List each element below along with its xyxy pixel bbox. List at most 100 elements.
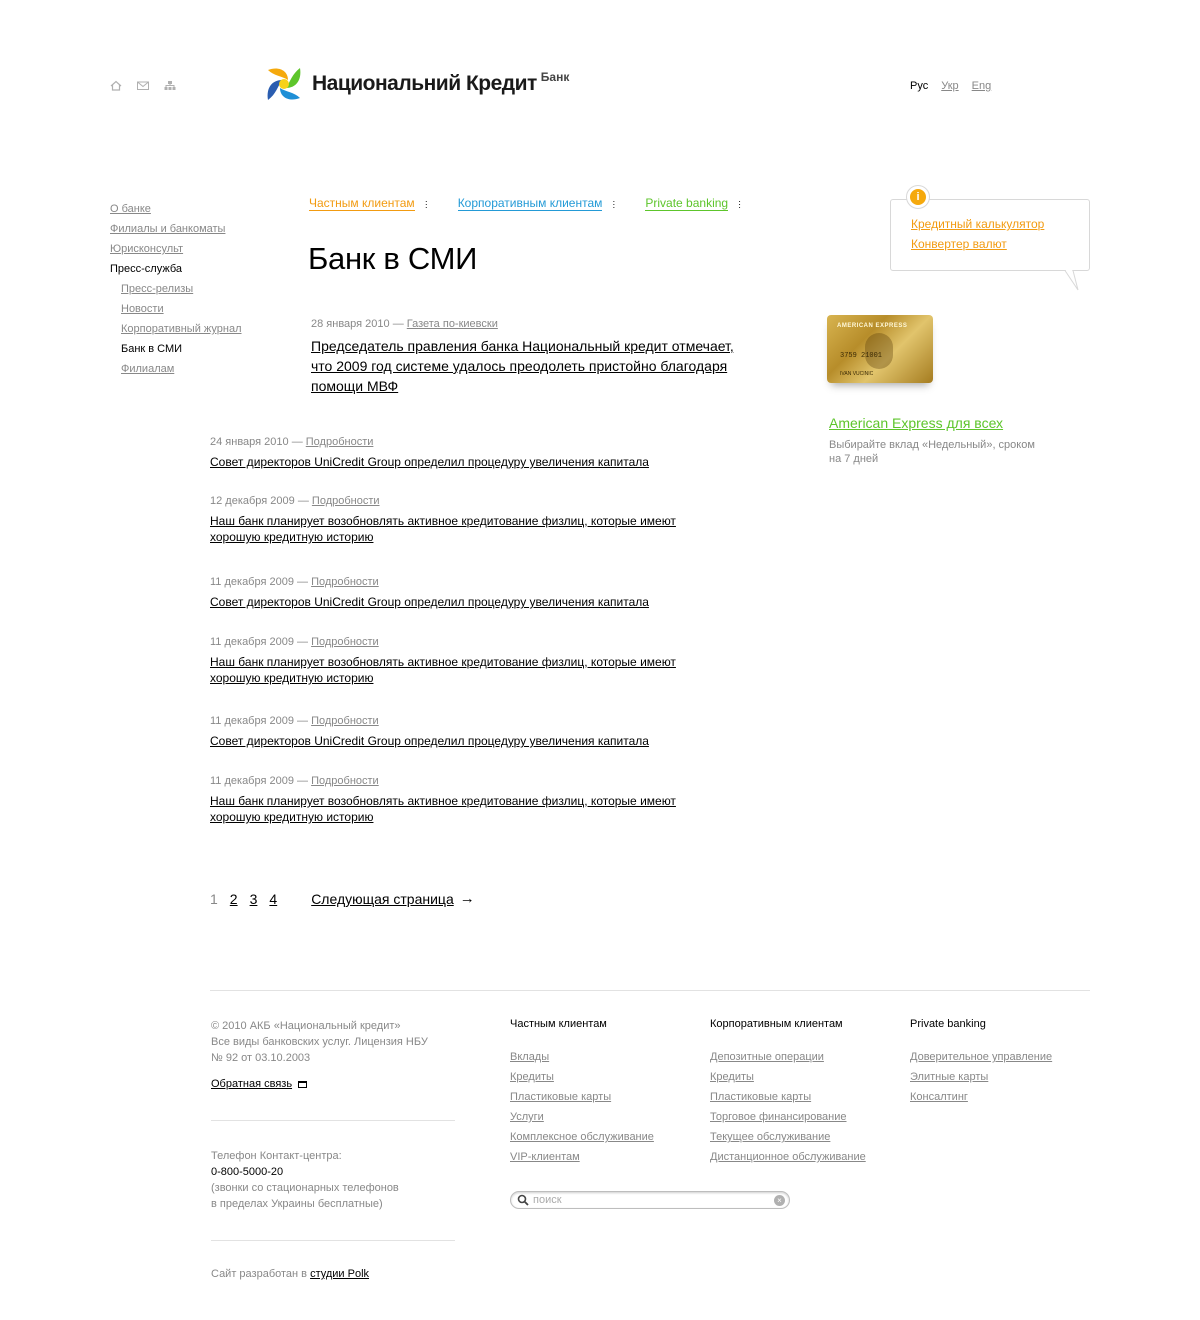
lang-ukr[interactable]: Укр	[941, 80, 958, 92]
promo-title-link[interactable]: American Express для всех	[829, 415, 1003, 431]
search-icon	[517, 1194, 529, 1206]
search-input[interactable]	[533, 1194, 763, 1206]
feedback-label[interactable]: Обратная связь	[211, 1078, 292, 1090]
footer-copyright: © 2010 АКБ «Национальный кредит» Все вид…	[211, 1018, 451, 1066]
news-title-link[interactable]: Наш банк планирует возобновлять активное…	[210, 654, 710, 686]
logo-subtext: Банк	[540, 70, 570, 84]
meta-dash: —	[291, 436, 303, 448]
footer-link[interactable]: Депозитные операции	[710, 1047, 866, 1067]
card-brand: AMERICAN EXPRESS	[837, 323, 908, 329]
leftnav-item-branches[interactable]: Филиалы и банкоматы	[110, 219, 242, 239]
news-title-link[interactable]: Совет директоров UniCredit Group определ…	[210, 733, 710, 749]
sitemap-icon[interactable]	[164, 80, 176, 91]
leftnav-item-media: Банк в СМИ	[121, 343, 183, 355]
news-item: 11 декабря 2009 — Подробности Совет дире…	[210, 715, 710, 749]
footer-link[interactable]: Пластиковые карты	[710, 1087, 866, 1107]
footer-link[interactable]: Дистанционное обслуживание	[710, 1147, 866, 1167]
leftnav-item-journal[interactable]: Корпоративный журнал	[110, 319, 242, 339]
news-details-link[interactable]: Подробности	[311, 576, 379, 588]
news-item: 11 декабря 2009 — Подробности Совет дире…	[210, 576, 710, 610]
news-date: 11 декабря 2009	[210, 715, 294, 727]
page-2[interactable]: 2	[230, 891, 238, 907]
mail-icon[interactable]	[137, 80, 149, 91]
leftnav-item-press[interactable]: Пресс-служба	[110, 259, 242, 279]
footer-link[interactable]: Комплексное обслуживание	[510, 1127, 654, 1147]
news-date: 24 января 2010	[210, 436, 289, 448]
meta-dash: —	[297, 576, 309, 588]
footer-link[interactable]: Консалтинг	[910, 1087, 1052, 1107]
leftnav-item-about[interactable]: О банке	[110, 199, 242, 219]
amex-card-image[interactable]: AMERICAN EXPRESS 3759 21001 IVAN VUCINIC	[827, 315, 933, 383]
leftnav-item-legal[interactable]: Юрисконсульт	[110, 239, 242, 259]
popup-window-icon	[298, 1080, 308, 1088]
page-4[interactable]: 4	[269, 891, 277, 907]
home-icon[interactable]	[110, 80, 122, 91]
news-item: 24 января 2010 — Подробности Совет дирек…	[210, 436, 710, 470]
category-nav: Частным клиентам · · · Корпоративным клиен…	[309, 196, 771, 211]
cat-pb-label[interactable]: Private banking	[645, 197, 729, 211]
page-title: Банк в СМИ	[308, 241, 478, 276]
bank-logo[interactable]: Национальний Кредит Банк	[264, 64, 569, 104]
news-date: 11 декабря 2009	[210, 576, 294, 588]
arrow-right-icon[interactable]: →	[460, 890, 475, 907]
page-3[interactable]: 3	[250, 891, 258, 907]
cat-private-banking[interactable]: Private banking · · ·	[645, 196, 741, 211]
logo-text: Национальний Кредит	[312, 72, 537, 95]
footer-link[interactable]: Услуги	[510, 1107, 654, 1127]
news-details-link[interactable]: Подробности	[312, 495, 380, 507]
meta-dash: —	[297, 715, 309, 727]
language-switcher: Рус Укр Eng	[910, 80, 991, 92]
card-holder: IVAN VUCINIC	[840, 371, 874, 377]
next-page-link[interactable]: Следующая страница	[311, 891, 454, 907]
footer-col-heading: Корпоративным клиентам	[710, 1018, 843, 1030]
news-title-link[interactable]: Наш банк планирует возобновлять активное…	[210, 793, 710, 825]
leftnav-item-news[interactable]: Новости	[110, 299, 242, 319]
footer-link[interactable]: Торговое финансирование	[710, 1107, 866, 1127]
currency-converter-link[interactable]: Конвертер валют	[911, 234, 1089, 254]
studio-link[interactable]: студии Polk	[310, 1268, 369, 1280]
footer-separator	[211, 1120, 455, 1121]
news-item: 11 декабря 2009 — Подробности Наш банк п…	[210, 636, 710, 686]
news-details-link[interactable]: Подробности	[311, 775, 379, 787]
featured-title-link[interactable]: Председатель правления банка Национальны…	[311, 336, 751, 396]
clear-icon[interactable]: ×	[774, 1195, 785, 1206]
footer-link[interactable]: Текущее обслуживание	[710, 1127, 866, 1147]
footer-link[interactable]: Элитные карты	[910, 1067, 1052, 1087]
card-number: 3759 21001	[840, 352, 883, 360]
footer-link[interactable]: Кредиты	[510, 1067, 654, 1087]
cat-corporate-clients[interactable]: Корпоративным клиентам · · ·	[457, 196, 615, 211]
developer-credit: Сайт разработан в студии Polk	[211, 1268, 369, 1280]
dropdown-dots-icon[interactable]: · · ·	[425, 196, 428, 211]
dropdown-dots-icon[interactable]: · · ·	[738, 196, 741, 211]
footer-link[interactable]: Вклады	[510, 1047, 654, 1067]
footer-col-private: Частным клиентам Вклады Кредиты Пластико…	[510, 1018, 654, 1167]
news-title-link[interactable]: Совет директоров UniCredit Group определ…	[210, 594, 710, 610]
footer-link[interactable]: Кредиты	[710, 1067, 866, 1087]
news-details-link[interactable]: Подробности	[306, 436, 374, 448]
footer-col-corporate: Корпоративным клиентам Депозитные операц…	[710, 1018, 866, 1167]
cat-private-clients[interactable]: Частным клиентам · · ·	[309, 196, 428, 211]
news-title-link[interactable]: Наш банк планирует возобновлять активное…	[210, 513, 710, 545]
news-item: 12 декабря 2009 — Подробности Наш банк п…	[210, 495, 710, 545]
dropdown-dots-icon[interactable]: · · ·	[612, 196, 615, 211]
footer-link[interactable]: Пластиковые карты	[510, 1087, 654, 1107]
news-details-link[interactable]: Подробности	[311, 636, 379, 648]
feedback-link[interactable]: Обратная связь	[211, 1078, 308, 1090]
footer-divider	[210, 990, 1090, 991]
credit-calculator-link[interactable]: Кредитный калькулятор	[911, 214, 1089, 234]
featured-date: 28 января 2010	[311, 318, 390, 330]
news-meta: 11 декабря 2009 — Подробности	[210, 636, 710, 648]
footer-link[interactable]: Доверительное управление	[910, 1047, 1052, 1067]
lang-eng[interactable]: Eng	[972, 80, 992, 92]
featured-source-link[interactable]: Газета по-киевски	[407, 318, 498, 330]
leftnav-item-for-branches[interactable]: Филиалам	[110, 359, 242, 379]
cat-private-label[interactable]: Частным клиентам	[309, 197, 415, 211]
news-title-link[interactable]: Совет директоров UniCredit Group определ…	[210, 454, 710, 470]
footer-col-heading: Private banking	[910, 1018, 986, 1030]
meta-dash: —	[297, 775, 309, 787]
cat-corporate-label[interactable]: Корпоративным клиентам	[457, 197, 603, 211]
news-details-link[interactable]: Подробности	[311, 715, 379, 727]
news-meta: 24 января 2010 — Подробности	[210, 436, 710, 448]
leftnav-item-press-releases[interactable]: Пресс-релизы	[110, 279, 242, 299]
footer-link[interactable]: VIP-клиентам	[510, 1147, 654, 1167]
